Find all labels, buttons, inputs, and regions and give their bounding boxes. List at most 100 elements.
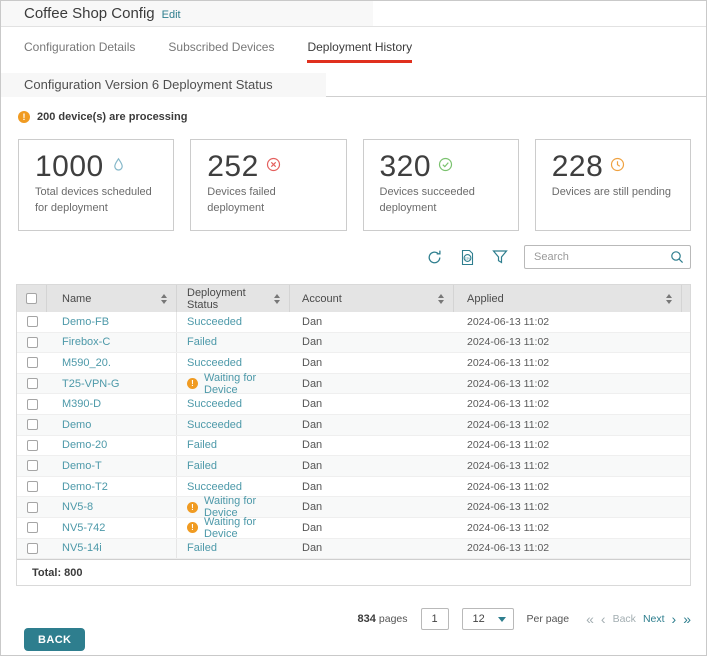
page-title: Coffee Shop Config [24,5,155,22]
row-checkbox[interactable] [27,522,38,533]
sort-icon [274,294,280,304]
table-header: Name Deployment Status Account Applied [17,285,690,312]
row-checkbox[interactable] [27,502,38,513]
back-page-link[interactable]: Back [613,613,636,625]
device-name-link[interactable]: Demo [62,419,91,431]
status-text: Succeeded [187,357,242,369]
device-name-link[interactable]: Demo-20 [62,439,107,451]
account-text: Dan [302,398,322,410]
status-text: Succeeded [187,419,242,431]
row-checkbox[interactable] [27,316,38,327]
account-text: Dan [302,460,322,472]
search-box [524,245,691,269]
row-checkbox[interactable] [27,543,38,554]
status-text: Succeeded [187,398,242,410]
pages-count: 834 [358,613,376,625]
per-page-label: Per page [527,613,570,625]
device-name-link[interactable]: Demo-T [62,460,102,472]
table-row: NV5-742 !Waiting for Device Dan 2024-06-… [17,518,690,539]
warning-circle-icon: ! [187,378,198,389]
applied-text: 2024-06-13 11:02 [467,439,549,451]
device-name-link[interactable]: NV5-8 [62,501,93,513]
applied-text: 2024-06-13 11:02 [467,336,549,348]
search-icon [670,250,684,264]
account-text: Dan [302,316,322,328]
account-text: Dan [302,501,322,513]
processing-alert: ! 200 device(s) are processing [18,111,706,123]
pages-word: pages [379,613,408,625]
warning-circle-icon: ! [187,502,198,513]
export-csv-icon[interactable]: csv [459,249,476,266]
device-name-link[interactable]: NV5-742 [62,522,105,534]
status-text: Failed [187,336,217,348]
account-text: Dan [302,439,322,451]
pager-nav: « ‹ Back Next › » [586,612,691,626]
device-name-link[interactable]: T25-VPN-G [62,378,119,390]
status-text: Failed [187,439,217,451]
tab-configuration-details[interactable]: Configuration Details [24,40,135,63]
row-checkbox[interactable] [27,481,38,492]
search-input[interactable] [524,245,691,269]
filter-icon[interactable] [492,249,508,265]
select-all-checkbox-cell [17,285,47,312]
page-number-input[interactable] [421,608,449,630]
per-page-select[interactable]: 12 [462,608,514,630]
last-page-icon[interactable]: » [683,612,691,626]
section-header: Configuration Version 6 Deployment Statu… [1,76,706,97]
status-text: Waiting for Device [204,372,290,396]
device-name-link[interactable]: Firebox-C [62,336,110,348]
status-text: Failed [187,542,217,554]
row-checkbox[interactable] [27,419,38,430]
row-checkbox[interactable] [27,378,38,389]
applied-text: 2024-06-13 11:02 [467,460,549,472]
total-scheduled-label: Total devices scheduled for deployment [35,185,159,217]
edit-link[interactable]: Edit [162,9,181,21]
applied-text: 2024-06-13 11:02 [467,398,549,410]
status-text: Succeeded [187,316,242,328]
table-row: M590_20. Succeeded Dan 2024-06-13 11:02 [17,353,690,374]
table-row: Demo-T2 Succeeded Dan 2024-06-13 11:02 [17,477,690,498]
select-all-checkbox[interactable] [26,293,37,304]
applied-text: 2024-06-13 11:02 [467,542,549,554]
device-name-link[interactable]: M590_20. [62,357,111,369]
row-checkbox[interactable] [27,460,38,471]
circle-check-icon [438,157,453,177]
row-checkbox[interactable] [27,357,38,368]
device-name-link[interactable]: NV5-14i [62,542,102,554]
applied-text: 2024-06-13 11:02 [467,316,549,328]
applied-text: 2024-06-13 11:02 [467,481,549,493]
table-row: M390-D Succeeded Dan 2024-06-13 11:02 [17,394,690,415]
row-checkbox[interactable] [27,337,38,348]
status-text: Failed [187,460,217,472]
tab-deployment-history[interactable]: Deployment History [307,40,412,63]
account-text: Dan [302,522,322,534]
column-label-name: Name [62,293,161,305]
column-header-name[interactable]: Name [47,285,177,312]
device-name-link[interactable]: Demo-T2 [62,481,108,493]
device-name-link[interactable]: Demo-FB [62,316,109,328]
first-page-icon[interactable]: « [586,612,594,626]
next-page-icon[interactable]: › [672,612,677,626]
column-header-applied[interactable]: Applied [454,285,682,312]
account-text: Dan [302,481,322,493]
next-page-link[interactable]: Next [643,613,665,625]
tab-subscribed-devices[interactable]: Subscribed Devices [168,40,274,63]
droplet-icon [111,157,126,177]
alert-text: 200 device(s) are processing [37,111,187,123]
applied-text: 2024-06-13 11:02 [467,357,549,369]
refresh-icon[interactable] [426,249,443,266]
table-row: Demo-20 Failed Dan 2024-06-13 11:02 [17,436,690,457]
column-header-deployment-status[interactable]: Deployment Status [177,285,290,312]
back-button[interactable]: BACK [24,628,85,651]
failed-value: 252 [207,152,259,182]
column-header-account[interactable]: Account [290,285,454,312]
per-page-value: 12 [473,613,485,625]
prev-page-icon[interactable]: ‹ [601,612,606,626]
row-checkbox[interactable] [27,440,38,451]
app-window: Coffee Shop Config Edit Configuration De… [0,0,707,656]
device-name-link[interactable]: M390-D [62,398,101,410]
row-checkbox[interactable] [27,399,38,410]
clock-icon [610,157,625,177]
sort-icon [438,294,444,304]
column-label-deployment-status: Deployment Status [187,287,274,311]
